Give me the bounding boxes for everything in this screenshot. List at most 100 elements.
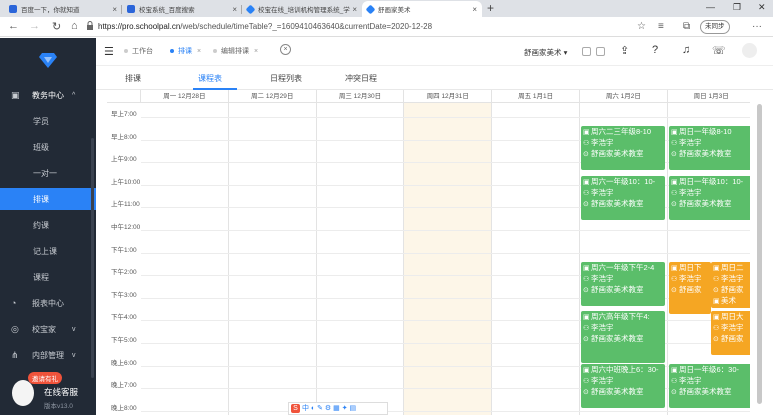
star-icon[interactable]: ☆ [637,21,646,32]
event-room: 美术 [721,296,736,305]
sync-button[interactable]: 未同步 [700,20,730,34]
event-teacher: 李浩宇 [679,138,702,147]
invite-badge[interactable]: 邀请有礼 [28,372,62,384]
subtab-conflicts[interactable]: 冲突日程 [345,73,377,84]
event-title: 周六中班晚上6：30- [591,365,659,374]
sidebar-item-scheduling[interactable]: 排课 [0,188,96,210]
close-icon[interactable]: × [112,5,117,14]
schedule-event[interactable]: ▣周日大 ⚇ 李浩宇 ⊙ 舒画家 [711,311,750,355]
schedule-event[interactable]: ▣周日下 ⚇ 李浩宇 ⊙ 舒画家 [669,262,711,314]
page-tab-label: 编辑排课 [221,48,249,55]
schedule-event[interactable]: ▣周日一年级6：30- ⚇ 李浩宇 ⊙ 舒画家美术教室 [669,364,750,408]
sidebar-item-attendance[interactable]: 记上课 [0,240,96,262]
subtab-agenda-list[interactable]: 日程列表 [270,73,302,84]
sidebar-item-students[interactable]: 学员 [0,110,96,132]
lock-icon[interactable] [86,21,94,31]
ime-toolbar[interactable]: S中 ◐ ✎ ⚙ ▦ ✦ ▤ [288,402,388,415]
back-icon[interactable]: ← [8,20,19,32]
sidebar-group-reports[interactable]: ◔ 报表中心 [0,292,96,314]
chat-icon[interactable]: ☏ [712,44,726,57]
maximize-icon[interactable]: ❐ [733,2,741,13]
sidebar-item-courses[interactable]: 课程 [0,266,96,288]
event-line: ⊙ 舒画家美术教室 [671,149,750,160]
url-field[interactable]: https://pro.schoolpal.cn/web/schedule/ti… [98,20,598,34]
time-header [107,90,141,103]
event-line: ⊙ 舒画家美术教室 [671,199,750,210]
school-selector[interactable]: 舒画家美术 ▾ [524,47,567,58]
upload-icon[interactable]: ⇪ [620,44,629,57]
sidebar-item-booking[interactable]: 约课 [0,214,96,236]
schedule-event[interactable]: ▣周六高年级下午4: ⚇ 李浩宇 ⊙ 舒画家美术教室 [581,311,665,363]
close-icon[interactable]: × [352,5,357,14]
schedule-event[interactable]: ▣周六一年级10：10- ⚇ 李浩宇 ⊙ 舒画家美术教室 [581,176,665,220]
close-window-icon[interactable]: ✕ [758,2,766,13]
teacher-icon: ⚇ [583,325,590,332]
event-line: ▣周日一年级6：30- [671,365,750,376]
schedule-event[interactable]: ▣周日二 ⚇ 李浩宇 ⊙ 舒画家 ▣美术 [711,262,750,308]
browser-tab[interactable]: 百度一下，你就知道 × [4,1,122,17]
time-label: 晚上7:00 [111,382,137,390]
event-teacher: 李浩宇 [679,376,702,385]
event-teacher: 李浩宇 [679,188,702,197]
close-icon[interactable]: × [254,48,258,55]
day-column[interactable] [404,103,493,415]
sidebar-group-internal[interactable]: ⋔ 内部管理 v [0,344,96,366]
day-header: 周三 12月30日 [316,90,405,103]
new-tab-button[interactable]: + [487,1,494,15]
sidebar-item-one-on-one[interactable]: 一对一 [0,162,96,184]
minimize-icon[interactable]: — [706,2,715,12]
page-tab-edit-schedule[interactable]: 编辑排课 × [213,46,258,56]
schoolpal-favicon-icon [365,4,376,14]
help-icon[interactable]: ? [652,44,658,56]
sidebar-item-classes[interactable]: 班级 [0,136,96,158]
page-tab-dashboard[interactable]: 工作台 [124,46,153,56]
subtab-schedule[interactable]: 排课 [125,73,141,84]
timetable-scrollbar[interactable] [757,104,762,404]
more-icon[interactable]: ··· [752,21,762,32]
schedule-event[interactable]: ▣周六二三年级8-10 ⚇ 李浩宇 ⊙ 舒画家美术教室 [581,126,665,170]
home-icon[interactable]: ⌂ [71,20,78,32]
schedule-event[interactable]: ▣周日一年级10：10- ⚇ 李浩宇 ⊙ 舒画家美术教室 [669,176,750,220]
close-icon[interactable]: × [197,48,201,55]
sidebar-group-teaching[interactable]: ▣ 教务中心 ^ [0,84,96,106]
schedule-event[interactable]: ▣周六一年级下午2-4 ⚇ 李浩宇 ⊙ 舒画家美术教室 [581,262,665,306]
window-icon[interactable] [582,47,591,56]
schedule-event[interactable]: ▣周六中班晚上6：30- ⚇ 李浩宇 ⊙ 舒画家美术教室 [581,364,665,408]
hour-gridline [141,117,750,118]
day-column[interactable] [229,103,317,415]
event-room: 舒画家美术教室 [591,285,644,294]
subtab-timetable[interactable]: 课程表 [198,73,222,84]
sidebar-item-label: 一对一 [33,168,57,178]
event-line: ⚇ 李浩宇 [671,188,750,199]
menu-icon[interactable]: ☰ [104,45,114,58]
browser-tab[interactable]: 校宝系统_百度搜索 × [122,1,242,17]
browser-tab-active[interactable]: 舒画家美术 × [362,1,482,17]
close-all-tabs-icon[interactable]: × [280,44,291,55]
teacher-icon: ⚇ [671,190,678,197]
teacher-icon: ⚇ [583,190,590,197]
page-tab-scheduling[interactable]: 排课 × [170,46,201,56]
location-icon: ⊙ [583,287,589,294]
window-icon[interactable] [596,47,605,56]
class-icon: ▣ [713,265,720,272]
close-icon[interactable]: × [472,5,477,14]
schedule-event[interactable]: ▣周日一年级8-10 ⚇ 李浩宇 ⊙ 舒画家美术教室 [669,126,750,170]
collections-icon[interactable]: ⧉ [683,21,690,32]
forward-icon[interactable]: → [29,20,40,32]
avatar[interactable] [742,43,757,58]
sidebar-scrollbar[interactable] [91,138,94,378]
sidebar-item-label: 教务中心 [32,90,64,100]
day-column[interactable] [317,103,405,415]
bell-icon[interactable]: ♫ [682,44,690,56]
sidebar-group-home[interactable]: ◎ 校宝家 v [0,318,96,340]
day-column[interactable] [141,103,229,415]
reading-list-icon[interactable]: ≡ [658,21,664,32]
online-support[interactable]: 邀请有礼 在线客服 版本v13.0 [10,372,94,412]
close-icon[interactable]: × [232,5,237,14]
teacher-icon: ⚇ [713,325,720,332]
event-line: ⚇ 李浩宇 [671,138,750,149]
day-column[interactable] [492,103,580,415]
browser-tab[interactable]: 校宝在线_培训机构管理系统_学习 × [242,1,362,17]
reload-icon[interactable]: ↻ [52,20,61,33]
event-line: ▣周六一年级下午2-4 [583,263,663,274]
